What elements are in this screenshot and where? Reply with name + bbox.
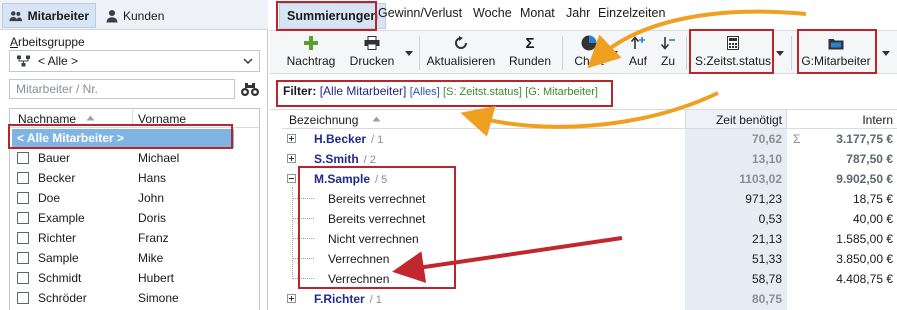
arrow-red xyxy=(392,236,623,283)
arrow-orange-top xyxy=(587,9,807,69)
annotation-arrows xyxy=(392,9,807,283)
arrow-orange-filter xyxy=(460,91,719,137)
